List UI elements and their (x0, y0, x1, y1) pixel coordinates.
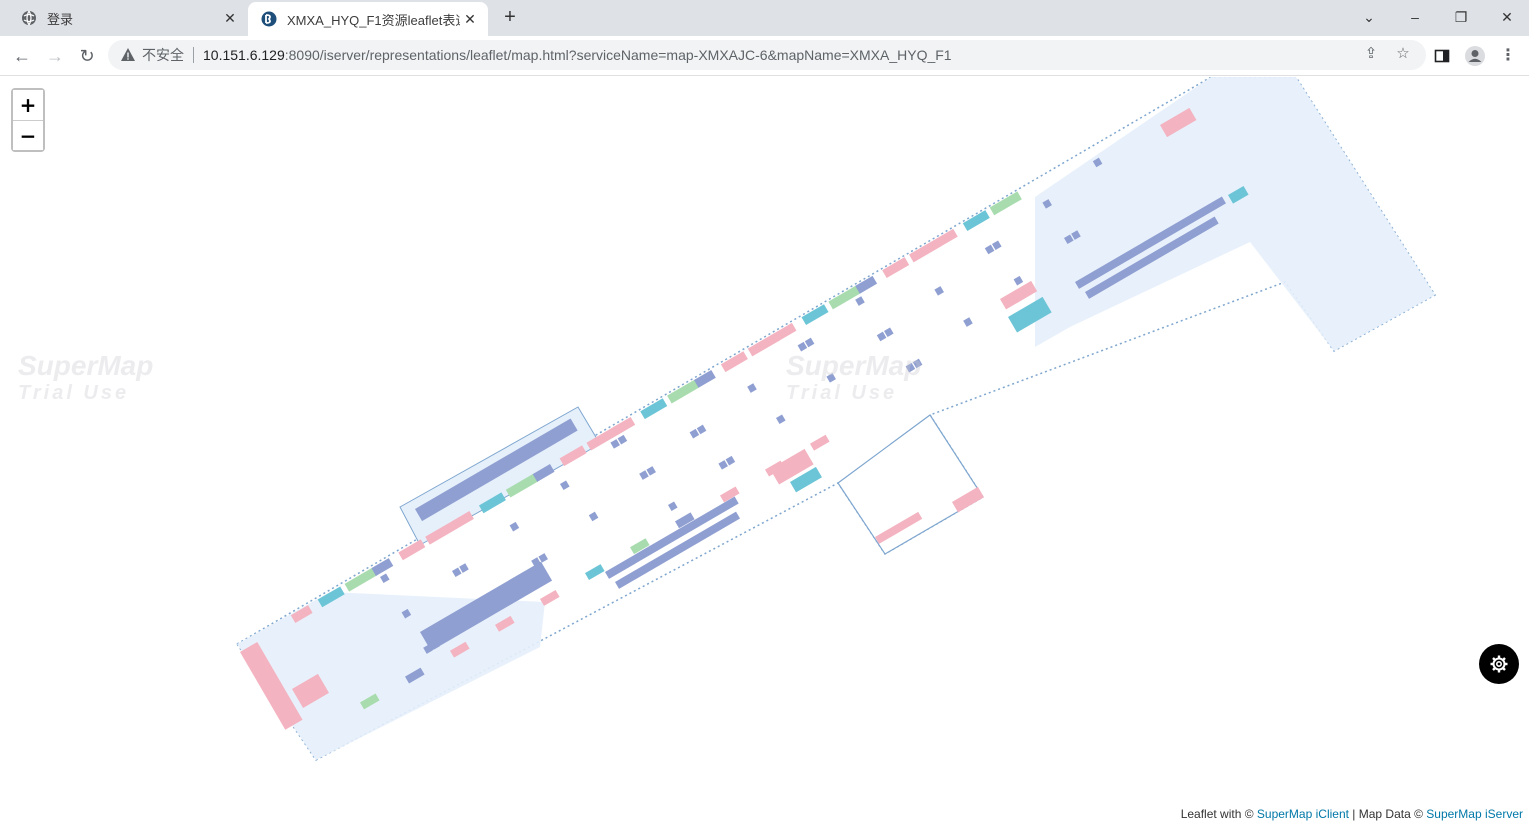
minimize-icon[interactable]: – (1392, 4, 1438, 30)
tab-strip: 登录 ✕ XMXA_HYQ_F1资源leaflet表述 ✕ + ⌄ – ❐ ✕ (0, 0, 1529, 36)
watermark-sub: Trial Use (18, 382, 130, 404)
menu-icon[interactable]: ⋮ (1494, 42, 1522, 70)
watermark: SuperMap Trial Use (786, 350, 921, 405)
zoom-control: + − (11, 88, 45, 152)
globe-icon (21, 10, 37, 26)
watermark-sub: Trial Use (786, 382, 898, 404)
floor-plan[interactable] (0, 77, 1529, 823)
tab-close-icon[interactable]: ✕ (220, 8, 240, 28)
sidepanel-icon[interactable] (1428, 42, 1456, 70)
address-bar[interactable]: 不安全 10.151.6.129:8090/iserver/representa… (108, 40, 1426, 70)
settings-button[interactable] (1479, 644, 1519, 684)
watermark-main: SuperMap (18, 350, 154, 381)
tab-title: 登录 (47, 11, 74, 27)
iclient-link[interactable]: SuperMap iClient (1257, 807, 1349, 821)
reload-icon[interactable]: ↻ (73, 42, 101, 70)
tab-login[interactable]: 登录 ✕ (8, 0, 248, 36)
zoom-in-button[interactable]: + (13, 90, 43, 120)
back-icon[interactable]: ← (8, 42, 36, 70)
profile-icon[interactable] (1461, 42, 1489, 70)
watermark: SuperMap Trial Use (18, 350, 153, 405)
forward-icon[interactable]: → (41, 42, 69, 70)
restore-icon[interactable]: ❐ (1438, 4, 1484, 30)
share-icon[interactable]: ⇪ (1362, 45, 1380, 63)
map-attribution: Leaflet with © SuperMap iClient | Map Da… (1178, 807, 1525, 821)
map-container[interactable]: SuperMap Trial Use SuperMap Trial Use + … (0, 77, 1529, 823)
new-tab-button[interactable]: + (498, 6, 522, 30)
security-label[interactable]: 不安全 (142, 45, 184, 65)
star-icon[interactable]: ☆ (1394, 45, 1412, 63)
watermark-main: SuperMap (786, 350, 922, 381)
url-host: 10.151.6.129 (203, 47, 285, 63)
browser-toolbar: ← → ↻ 不安全 10.151.6.129:8090/iserver/repr… (0, 36, 1529, 76)
divider (193, 47, 194, 63)
tab-title: XMXA_HYQ_F1资源leaflet表述 (287, 12, 460, 28)
iserver-link[interactable]: SuperMap iServer (1426, 807, 1523, 821)
warning-icon[interactable] (120, 47, 136, 63)
tab-close-icon[interactable]: ✕ (460, 9, 480, 29)
url-path: :8090/iserver/representations/leaflet/ma… (284, 47, 952, 63)
attribution-prefix: Leaflet with © (1180, 807, 1257, 821)
supermap-logo-icon (261, 11, 277, 27)
gear-icon (1490, 655, 1508, 673)
close-window-icon[interactable]: ✕ (1484, 4, 1529, 30)
tab-map[interactable]: XMXA_HYQ_F1资源leaflet表述 ✕ (248, 2, 488, 36)
floor-zone-east (1035, 77, 1435, 351)
zoom-out-button[interactable]: − (13, 120, 43, 150)
chevron-down-icon[interactable]: ⌄ (1346, 4, 1392, 30)
attribution-middle: | Map Data © (1348, 807, 1427, 821)
